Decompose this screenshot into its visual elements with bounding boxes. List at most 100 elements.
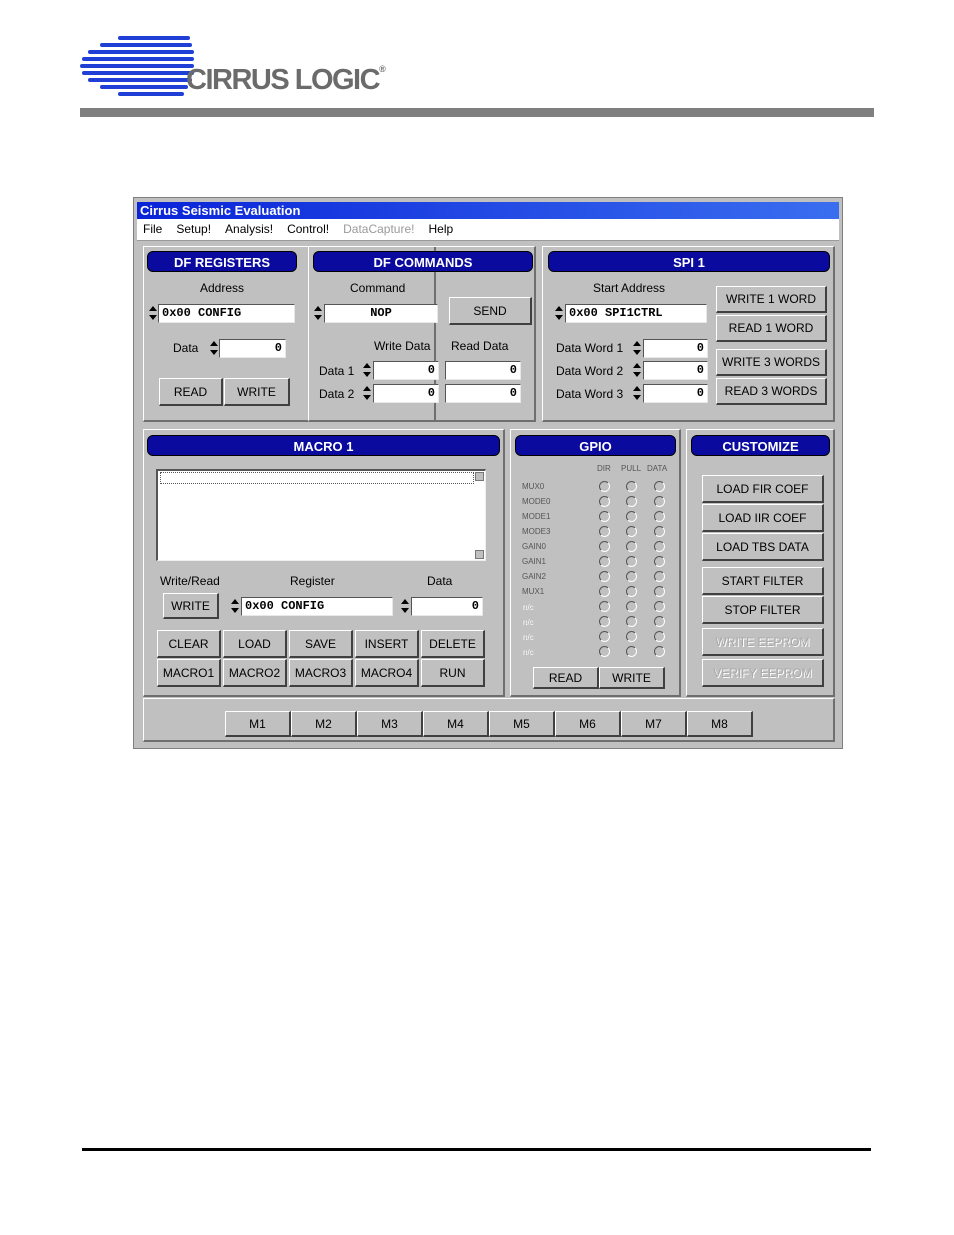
gpio-pull-radio[interactable] (626, 586, 637, 597)
gpio-pull-radio[interactable] (626, 571, 637, 582)
load-iir-coef-button[interactable]: LOAD IIR COEF (702, 504, 824, 532)
gpio-dir-radio[interactable] (599, 511, 610, 522)
macro4-button[interactable]: MACRO4 (355, 659, 419, 687)
data-field[interactable]: 0 (219, 339, 286, 358)
gpio-data-radio[interactable] (654, 646, 665, 657)
data1-spinner-icon[interactable] (362, 361, 371, 380)
data-word3-field[interactable]: 0 (643, 384, 708, 403)
gpio-data-radio[interactable] (654, 586, 665, 597)
read-1-word-button[interactable]: READ 1 WORD (716, 315, 827, 342)
data1-write-field[interactable]: 0 (373, 361, 439, 380)
macro-write-button[interactable]: WRITE (163, 593, 219, 619)
load-tbs-data-button[interactable]: LOAD TBS DATA (702, 533, 824, 561)
address-field[interactable]: 0x00 CONFIG (158, 304, 295, 323)
gpio-pull-radio[interactable] (626, 631, 637, 642)
data2-write-field[interactable]: 0 (373, 384, 439, 403)
write-eeprom-button[interactable]: WRITE EEPROM (702, 628, 824, 656)
load-fir-coef-button[interactable]: LOAD FIR COEF (702, 475, 824, 503)
command-spinner-icon[interactable] (313, 304, 322, 323)
macro2-button[interactable]: MACRO2 (223, 659, 287, 687)
gpio-data-radio[interactable] (654, 571, 665, 582)
gpio-dir-radio[interactable] (599, 616, 610, 627)
gpio-dir-radio[interactable] (599, 556, 610, 567)
gpio-dir-radio[interactable] (599, 481, 610, 492)
data-word1-field[interactable]: 0 (643, 339, 708, 358)
m1-button[interactable]: M1 (225, 711, 291, 737)
gpio-data-radio[interactable] (654, 601, 665, 612)
gpio-dir-radio[interactable] (599, 601, 610, 612)
gpio-dir-radio[interactable] (599, 541, 610, 552)
data-word1-spinner-icon[interactable] (632, 339, 641, 358)
data-word2-field[interactable]: 0 (643, 361, 708, 380)
gpio-dir-radio[interactable] (599, 496, 610, 507)
macro3-button[interactable]: MACRO3 (289, 659, 353, 687)
command-field[interactable]: NOP (324, 304, 438, 323)
gpio-data-radio[interactable] (654, 481, 665, 492)
window-title[interactable]: Cirrus Seismic Evaluation (137, 202, 839, 219)
gpio-data-radio[interactable] (654, 631, 665, 642)
data-word2-spinner-icon[interactable] (632, 361, 641, 380)
read-3-words-button[interactable]: READ 3 WORDS (716, 378, 827, 405)
macro-clear-button[interactable]: CLEAR (157, 630, 221, 658)
m7-button[interactable]: M7 (621, 711, 687, 737)
macro-insert-button[interactable]: INSERT (355, 630, 419, 658)
start-filter-button[interactable]: START FILTER (702, 567, 824, 595)
gpio-dir-radio[interactable] (599, 646, 610, 657)
send-button[interactable]: SEND (449, 297, 532, 325)
gpio-dir-radio[interactable] (599, 586, 610, 597)
gpio-pull-radio[interactable] (626, 511, 637, 522)
df-read-button[interactable]: READ (159, 378, 223, 406)
macro-data-field[interactable]: 0 (411, 597, 483, 616)
start-address-field[interactable]: 0x00 SPI1CTRL (565, 304, 707, 323)
gpio-data-radio[interactable] (654, 496, 665, 507)
verify-eeprom-button[interactable]: VERIFY EEPROM (702, 659, 824, 687)
gpio-data-radio[interactable] (654, 556, 665, 567)
macro-delete-button[interactable]: DELETE (421, 630, 485, 658)
gpio-data-radio[interactable] (654, 511, 665, 522)
address-spinner-icon[interactable] (148, 304, 157, 323)
macro-run-button[interactable]: RUN (421, 659, 485, 687)
gpio-data-radio[interactable] (654, 526, 665, 537)
gpio-pull-radio[interactable] (626, 481, 637, 492)
macro-load-button[interactable]: LOAD (223, 630, 287, 658)
macro-list-focus-row[interactable] (160, 472, 474, 484)
gpio-dir-radio[interactable] (599, 571, 610, 582)
gpio-pull-radio[interactable] (626, 616, 637, 627)
gpio-write-button[interactable]: WRITE (599, 667, 665, 689)
m4-button[interactable]: M4 (423, 711, 489, 737)
register-spinner-icon[interactable] (230, 597, 239, 616)
gpio-pull-radio[interactable] (626, 601, 637, 612)
gpio-dir-radio[interactable] (599, 526, 610, 537)
m3-button[interactable]: M3 (357, 711, 423, 737)
menu-datacapture[interactable]: DataCapture! (343, 222, 414, 236)
df-write-button[interactable]: WRITE (224, 378, 290, 406)
gpio-pull-radio[interactable] (626, 646, 637, 657)
gpio-pull-radio[interactable] (626, 556, 637, 567)
m8-button[interactable]: M8 (687, 711, 753, 737)
menu-file[interactable]: File (143, 222, 162, 236)
gpio-dir-radio[interactable] (599, 631, 610, 642)
macro-data-spinner-icon[interactable] (400, 597, 409, 616)
menu-setup[interactable]: Setup! (176, 222, 211, 236)
data-spinner-icon[interactable] (209, 339, 218, 358)
stop-filter-button[interactable]: STOP FILTER (702, 596, 824, 624)
register-field[interactable]: 0x00 CONFIG (241, 597, 393, 616)
macro1-button[interactable]: MACRO1 (157, 659, 221, 687)
gpio-data-radio[interactable] (654, 541, 665, 552)
gpio-pull-radio[interactable] (626, 541, 637, 552)
write-1-word-button[interactable]: WRITE 1 WORD (716, 286, 827, 313)
gpio-pull-radio[interactable] (626, 526, 637, 537)
gpio-data-radio[interactable] (654, 616, 665, 627)
menu-control[interactable]: Control! (287, 222, 329, 236)
write-3-words-button[interactable]: WRITE 3 WORDS (716, 349, 827, 376)
data2-spinner-icon[interactable] (362, 384, 371, 403)
menu-help[interactable]: Help (428, 222, 453, 236)
scroll-up-icon[interactable] (475, 472, 484, 481)
data-word3-spinner-icon[interactable] (632, 384, 641, 403)
gpio-pull-radio[interactable] (626, 496, 637, 507)
m2-button[interactable]: M2 (291, 711, 357, 737)
scroll-down-icon[interactable] (475, 550, 484, 559)
start-address-spinner-icon[interactable] (554, 304, 563, 323)
m5-button[interactable]: M5 (489, 711, 555, 737)
gpio-read-button[interactable]: READ (533, 667, 599, 689)
